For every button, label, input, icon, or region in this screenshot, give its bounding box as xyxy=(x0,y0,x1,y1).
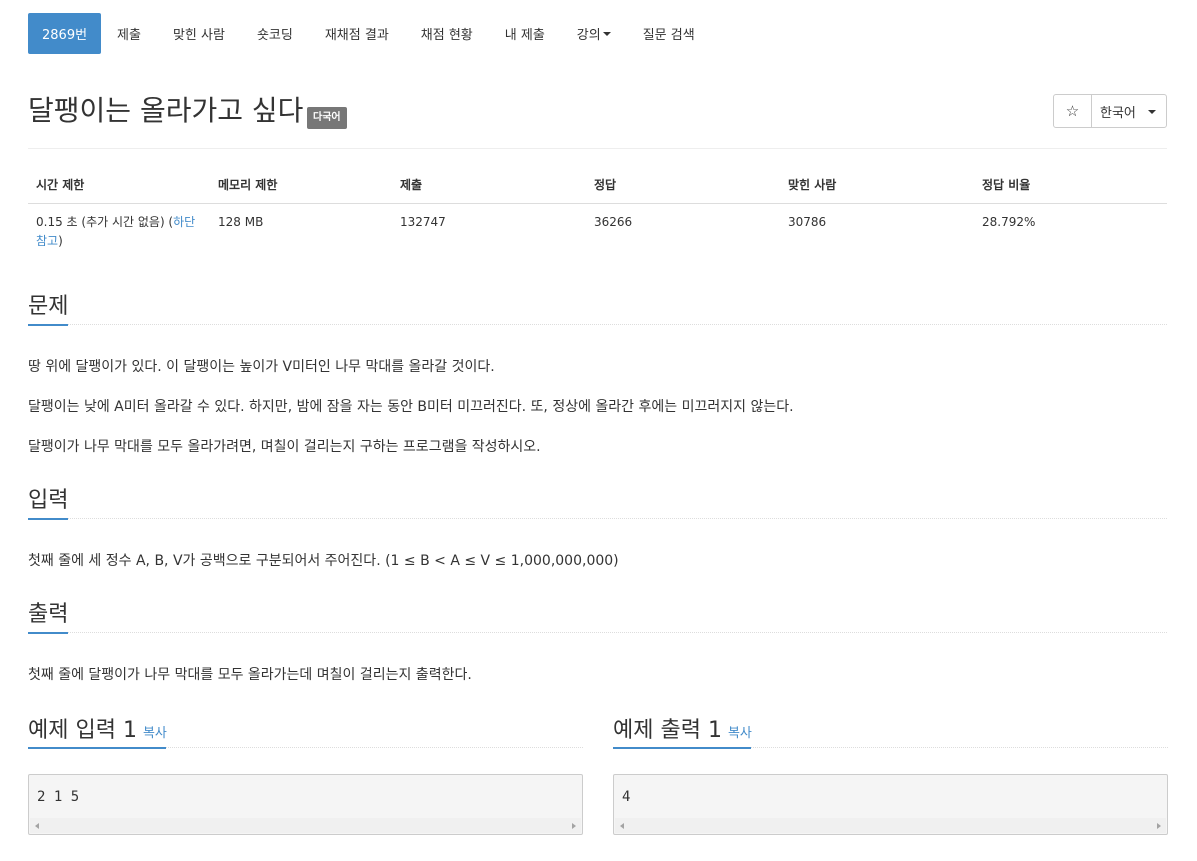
tab-judge-status[interactable]: 채점 현황 xyxy=(405,13,489,54)
copy-sample-input-button[interactable]: 복사 xyxy=(143,726,167,741)
favorite-star-button[interactable]: ☆ xyxy=(1053,94,1092,128)
solvers-value: 30786 xyxy=(788,214,827,229)
time-limit-note-link-2[interactable]: 참고 xyxy=(36,234,58,248)
output-section-heading: 출력 xyxy=(28,602,69,627)
output-description: 첫째 줄에 달팽이가 나무 막대를 모두 올라가는데 며칠이 걸리는지 출력한다… xyxy=(28,667,472,683)
copy-sample-output-button[interactable]: 복사 xyxy=(728,726,752,741)
section-heading-underline xyxy=(613,747,751,749)
title-divider xyxy=(28,148,1167,149)
accepted-value: 36266 xyxy=(594,214,633,229)
sample-input-box[interactable]: 2 1 5 xyxy=(28,774,583,835)
sample-output-title: 예제 출력 1 xyxy=(613,718,722,743)
scroll-left-icon[interactable] xyxy=(620,823,624,829)
time-limit-cell: 0.15 초 (추가 시간 없음) (하단참고) xyxy=(28,203,210,260)
problem-nav-tabs: 2869번 제출 맞힌 사람 숏코딩 재채점 결과 채점 현황 내 제출 강의 … xyxy=(28,13,711,54)
tab-lectures-label: 강의 xyxy=(576,28,601,43)
sample-output-box[interactable]: 4 xyxy=(613,774,1168,835)
section-heading-underline xyxy=(28,324,68,326)
header-submissions: 제출 xyxy=(392,168,586,204)
sample-input-heading: 예제 입력 1 복사 xyxy=(28,712,167,744)
scroll-right-icon[interactable] xyxy=(1157,823,1161,829)
section-heading-underline xyxy=(28,632,68,634)
submissions-value: 132747 xyxy=(400,214,446,229)
header-solvers: 맞힌 사람 xyxy=(780,168,974,204)
memory-limit-value: 128 MB xyxy=(218,214,264,229)
scroll-right-icon[interactable] xyxy=(572,823,576,829)
section-divider xyxy=(28,324,1167,325)
sample-output-heading: 예제 출력 1 복사 xyxy=(613,712,752,744)
section-heading-underline xyxy=(28,518,68,520)
header-time-limit: 시간 제한 xyxy=(28,168,210,204)
problem-description-line: 땅 위에 달팽이가 있다. 이 달팽이는 높이가 V미터인 나무 막대를 올라갈… xyxy=(28,359,495,375)
section-heading-underline xyxy=(28,747,166,749)
multilingual-badge: 다국어 xyxy=(307,107,347,129)
sample-input-title: 예제 입력 1 xyxy=(28,718,137,743)
info-table-header-row: 시간 제한 메모리 제한 제출 정답 맞힌 사람 정답 비율 xyxy=(28,168,1167,204)
horizontal-scrollbar[interactable] xyxy=(615,818,1166,833)
problem-info-table: 시간 제한 메모리 제한 제출 정답 맞힌 사람 정답 비율 0.15 초 (추… xyxy=(28,168,1167,260)
tab-short-coding[interactable]: 숏코딩 xyxy=(241,13,309,54)
tab-question-search[interactable]: 질문 검색 xyxy=(627,13,711,54)
problem-description-line: 달팽이는 낮에 A미터 올라갈 수 있다. 하지만, 밤에 잠을 자는 동안 B… xyxy=(28,399,794,415)
tab-my-submissions[interactable]: 내 제출 xyxy=(489,13,561,54)
scroll-left-icon[interactable] xyxy=(35,823,39,829)
time-limit-value: 0.15 초 (추가 시간 없음) ( xyxy=(36,214,174,229)
caret-down-icon xyxy=(1148,110,1156,114)
problem-section-heading: 문제 xyxy=(28,294,69,319)
sample-input-value: 2 1 5 xyxy=(37,789,80,805)
section-divider xyxy=(28,518,1167,519)
header-ratio: 정답 비율 xyxy=(974,168,1167,204)
caret-down-icon xyxy=(602,31,611,36)
header-accepted: 정답 xyxy=(586,168,780,204)
tab-lectures-dropdown[interactable]: 강의 xyxy=(561,13,627,54)
time-limit-close-paren: ) xyxy=(58,233,63,248)
input-section-heading: 입력 xyxy=(28,488,69,513)
input-description: 첫째 줄에 세 정수 A, B, V가 공백으로 구분되어서 주어진다. (1 … xyxy=(28,553,619,569)
header-memory-limit: 메모리 제한 xyxy=(210,168,392,204)
horizontal-scrollbar[interactable] xyxy=(30,818,581,833)
title-row: 달팽이는 올라가고 싶다 다국어 ☆ 한국어 xyxy=(28,92,1167,132)
language-select-button[interactable]: 한국어 xyxy=(1091,94,1167,128)
time-limit-note-link[interactable]: 하단 xyxy=(173,215,195,229)
page-title: 달팽이는 올라가고 싶다 xyxy=(28,94,304,127)
language-label: 한국어 xyxy=(1100,105,1136,121)
tab-solvers[interactable]: 맞힌 사람 xyxy=(157,13,241,54)
tab-rejudge-results[interactable]: 재채점 결과 xyxy=(309,13,405,54)
ratio-value: 28.792% xyxy=(982,214,1036,229)
info-table-row: 0.15 초 (추가 시간 없음) (하단참고) 128 MB 132747 3… xyxy=(28,203,1167,260)
section-divider xyxy=(28,632,1167,633)
tab-problem-number[interactable]: 2869번 xyxy=(28,13,102,54)
title-button-group: ☆ 한국어 xyxy=(1053,94,1167,128)
star-icon: ☆ xyxy=(1065,102,1080,120)
problem-description-line: 달팽이가 나무 막대를 모두 올라가려면, 며칠이 걸리는지 구하는 프로그램을… xyxy=(28,439,541,455)
tab-submit[interactable]: 제출 xyxy=(101,13,157,54)
sample-output-value: 4 xyxy=(622,789,631,805)
